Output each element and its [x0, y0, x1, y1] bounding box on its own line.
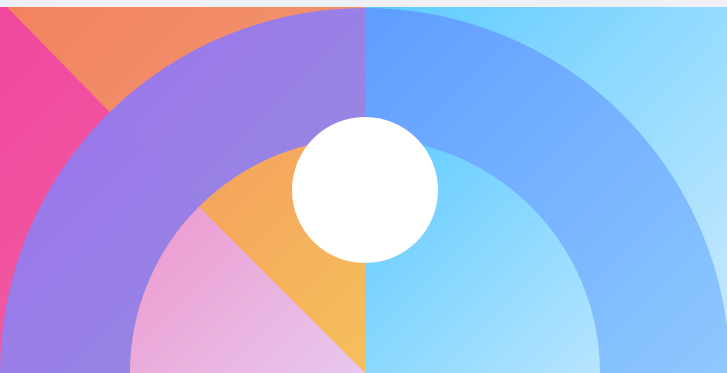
top-strip [0, 0, 727, 7]
artwork-canvas [0, 0, 727, 373]
center-white-circle [292, 117, 438, 263]
abstract-gradient-graphic [0, 0, 727, 373]
